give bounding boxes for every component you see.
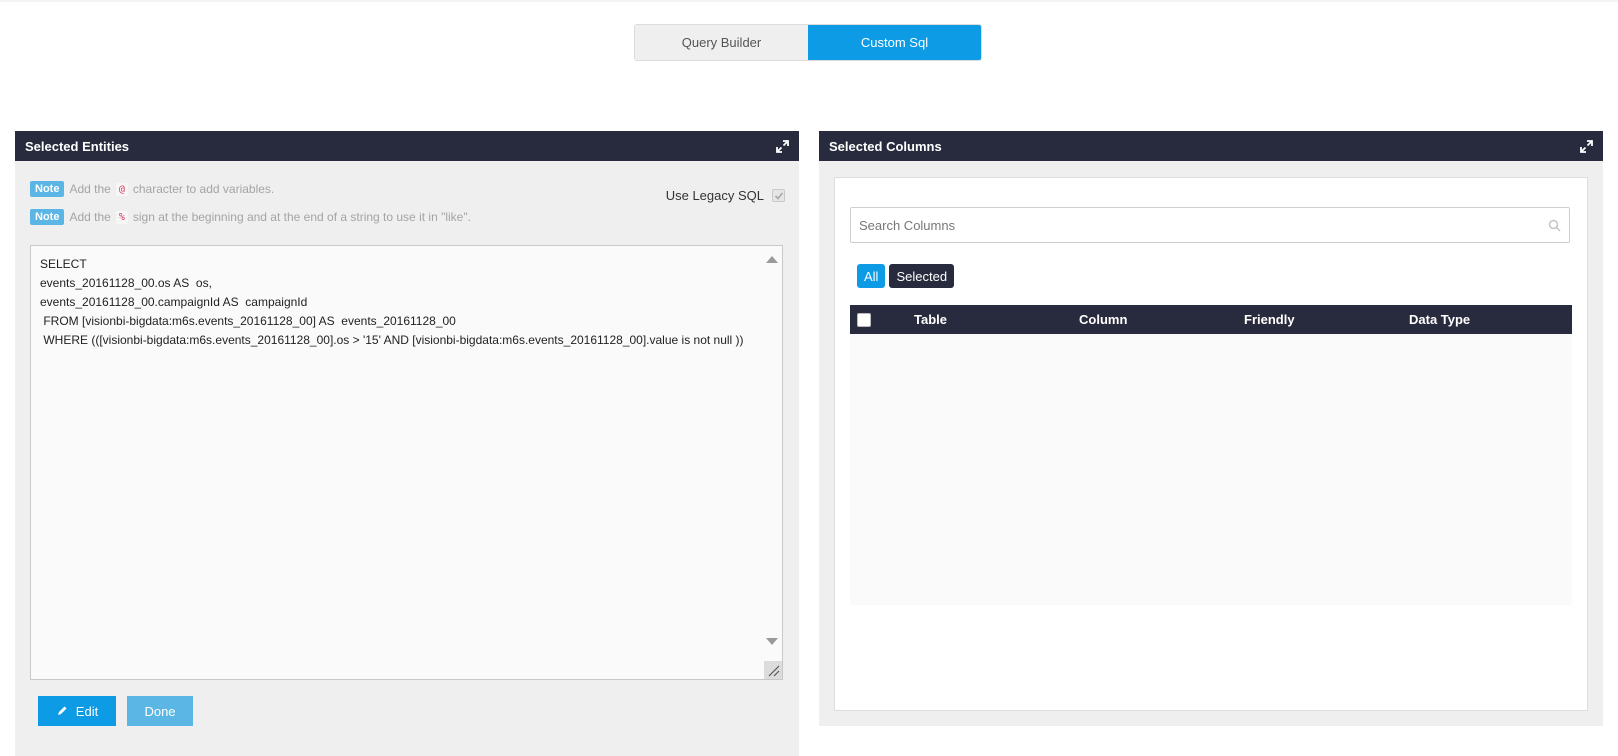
done-button-label: Done [144, 703, 176, 719]
sql-editor[interactable]: SELECT events_20161128_00.os AS os, even… [30, 245, 783, 680]
note-text: Add the [69, 210, 111, 224]
expand-icon[interactable] [775, 139, 789, 153]
panel-header: Selected Entities [15, 131, 799, 161]
panel-header: Selected Columns [819, 131, 1603, 161]
pencil-icon [57, 706, 67, 715]
filter-row: All Selected [857, 264, 955, 288]
edit-button[interactable]: Edit [38, 696, 116, 726]
query-builder-tab[interactable]: Query Builder [635, 25, 808, 60]
note-text: sign at the beginning and at the end of … [132, 210, 471, 224]
note-badge: Note [30, 209, 65, 225]
note-variables: Note Add the @ character to add variable… [30, 181, 274, 197]
columns-table: Table Column Friendly Data Type [850, 305, 1572, 605]
column-header-table[interactable]: Table [914, 312, 947, 327]
legacy-sql-label: Use Legacy SQL [665, 188, 764, 203]
panel-title: Selected Columns [829, 138, 942, 154]
search-icon[interactable] [1548, 219, 1561, 232]
note-code: % [115, 210, 128, 224]
edit-button-label: Edit [75, 703, 99, 719]
filter-selected-button[interactable]: Selected [889, 264, 955, 288]
resize-handle-icon[interactable] [764, 661, 782, 679]
custom-sql-tab[interactable]: Custom Sql [808, 25, 981, 60]
selected-entities-panel: Selected Entities Note Add the @ charact… [15, 131, 799, 756]
note-text: character to add variables. [132, 182, 275, 196]
column-header-friendly[interactable]: Friendly [1244, 312, 1295, 327]
search-box [850, 207, 1570, 243]
scroll-up-arrow-icon[interactable] [766, 256, 778, 263]
selected-columns-panel: Selected Columns All Selected Table Colu… [819, 131, 1603, 726]
scroll-down-arrow-icon[interactable] [766, 638, 778, 645]
note-text: Add the [69, 182, 111, 196]
column-header-data-type[interactable]: Data Type [1409, 312, 1470, 327]
table-header: Table Column Friendly Data Type [850, 305, 1572, 334]
top-border [0, 0, 1618, 2]
note-code: @ [115, 182, 128, 196]
column-header-column[interactable]: Column [1079, 312, 1127, 327]
columns-card: All Selected Table Column Friendly Data … [834, 177, 1588, 711]
scrollbar[interactable] [764, 246, 782, 679]
legacy-sql-option: Use Legacy SQL [666, 188, 785, 203]
panel-title: Selected Entities [25, 138, 130, 154]
expand-icon[interactable] [1579, 139, 1593, 153]
note-like: Note Add the % sign at the beginning and… [30, 209, 471, 225]
select-all-checkbox[interactable] [857, 312, 871, 327]
done-button[interactable]: Done [127, 696, 193, 726]
sql-text[interactable]: SELECT events_20161128_00.os AS os, even… [40, 255, 760, 350]
search-input[interactable] [859, 217, 1548, 233]
note-badge: Note [30, 181, 65, 197]
mode-toggle: Query Builder Custom Sql [634, 24, 982, 61]
filter-all-button[interactable]: All [857, 264, 886, 288]
legacy-sql-checkbox[interactable] [772, 189, 785, 202]
